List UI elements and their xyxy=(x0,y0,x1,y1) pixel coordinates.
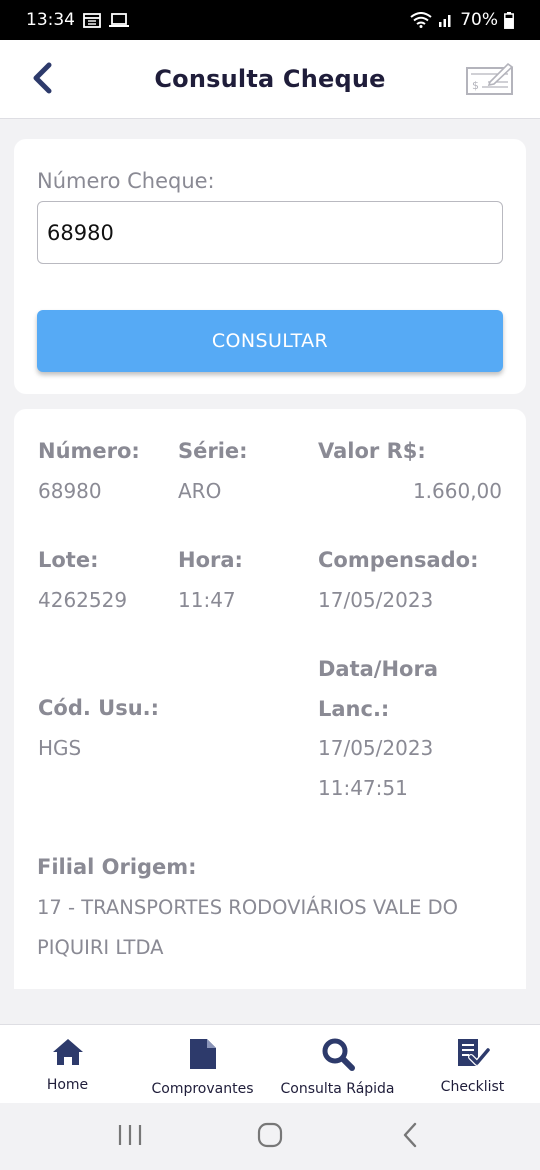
nav-label-comprovantes: Comprovantes xyxy=(151,1081,254,1097)
home-icon xyxy=(51,1037,85,1071)
battery-icon xyxy=(504,11,514,29)
valor-label: Valor R$: xyxy=(318,439,426,463)
compensado-value: 17/05/2023 xyxy=(318,588,434,612)
data-hora-label-line1: Data/Hora xyxy=(318,657,439,681)
result-card: Número: Série: Valor R$: 68980 ARO 1.660… xyxy=(14,409,526,989)
nav-label-checklist: Checklist xyxy=(440,1079,505,1095)
search-card: Número Cheque: CONSULTAR xyxy=(14,139,526,394)
recent-apps-button[interactable] xyxy=(100,1112,160,1162)
check-number-label: Número Cheque: xyxy=(37,169,215,193)
page-title: Consulta Cheque xyxy=(154,65,386,93)
wifi-icon xyxy=(410,12,432,28)
document-icon xyxy=(188,1037,218,1075)
data-hora-value-line2: 11:47:51 xyxy=(318,776,408,800)
back-system-button[interactable] xyxy=(380,1112,440,1162)
home-system-button[interactable] xyxy=(240,1112,300,1162)
app-header: Consulta Cheque $ xyxy=(0,40,540,119)
chevron-left-icon xyxy=(31,62,53,98)
data-hora-label: Data/Hora Lanc.: xyxy=(318,649,438,729)
nav-item-home[interactable]: Home xyxy=(0,1025,135,1103)
cod-usu-label: Cód. Usu.: xyxy=(38,696,160,720)
lote-value: 4262529 xyxy=(38,588,128,612)
data-hora-value-line1: 17/05/2023 xyxy=(318,736,434,760)
cod-usu-value: HGS xyxy=(38,736,82,760)
data-hora-label-line2: Lanc.: xyxy=(318,697,390,721)
nav-item-checklist[interactable]: Checklist xyxy=(405,1025,540,1103)
check-number-input[interactable] xyxy=(37,201,503,264)
filial-label: Filial Origem: xyxy=(37,855,197,879)
data-hora-value: 17/05/2023 11:47:51 xyxy=(318,728,433,808)
recent-apps-icon xyxy=(117,1123,143,1151)
filial-value-line1: 17 - TRANSPORTES RODOVIÁRIOS VALE DO xyxy=(37,896,459,919)
back-button[interactable] xyxy=(24,60,60,100)
consult-button[interactable]: CONSULTAR xyxy=(37,310,503,372)
filial-value-line2: PIQUIRI LTDA xyxy=(37,936,164,959)
laptop-icon xyxy=(109,12,129,28)
nav-label-consulta-rapida: Consulta Rápida xyxy=(280,1081,395,1097)
nav-item-comprovantes[interactable]: Comprovantes xyxy=(135,1025,270,1103)
compensado-label: Compensado: xyxy=(318,548,479,572)
valor-value: 1.660,00 xyxy=(412,479,502,503)
numero-value: 68980 xyxy=(38,479,102,503)
home-circle-icon xyxy=(257,1122,283,1152)
bottom-nav: Home Comprovantes Consulta Rápida Checkl… xyxy=(0,1024,540,1103)
battery-percent: 70% xyxy=(460,10,498,30)
checklist-icon xyxy=(456,1037,491,1073)
calendar-icon xyxy=(83,12,101,28)
lote-label: Lote: xyxy=(38,548,99,572)
serie-label: Série: xyxy=(178,439,248,463)
check-bank-icon: $ xyxy=(466,62,514,100)
nav-label-home: Home xyxy=(46,1077,89,1093)
nav-item-consulta-rapida[interactable]: Consulta Rápida xyxy=(270,1025,405,1103)
system-nav-bar xyxy=(0,1103,540,1170)
back-arrow-icon xyxy=(401,1122,419,1152)
search-icon xyxy=(321,1037,355,1075)
hora-value: 11:47 xyxy=(178,588,236,612)
filial-value: 17 - TRANSPORTES RODOVIÁRIOS VALE DO PIQ… xyxy=(37,888,458,968)
signal-icon xyxy=(438,12,454,28)
serie-value: ARO xyxy=(178,479,222,503)
status-time: 13:34 xyxy=(26,10,75,30)
hora-label: Hora: xyxy=(178,548,243,572)
status-bar: 13:34 70% xyxy=(0,0,540,40)
numero-label: Número: xyxy=(38,439,140,463)
svg-text:$: $ xyxy=(472,79,479,92)
